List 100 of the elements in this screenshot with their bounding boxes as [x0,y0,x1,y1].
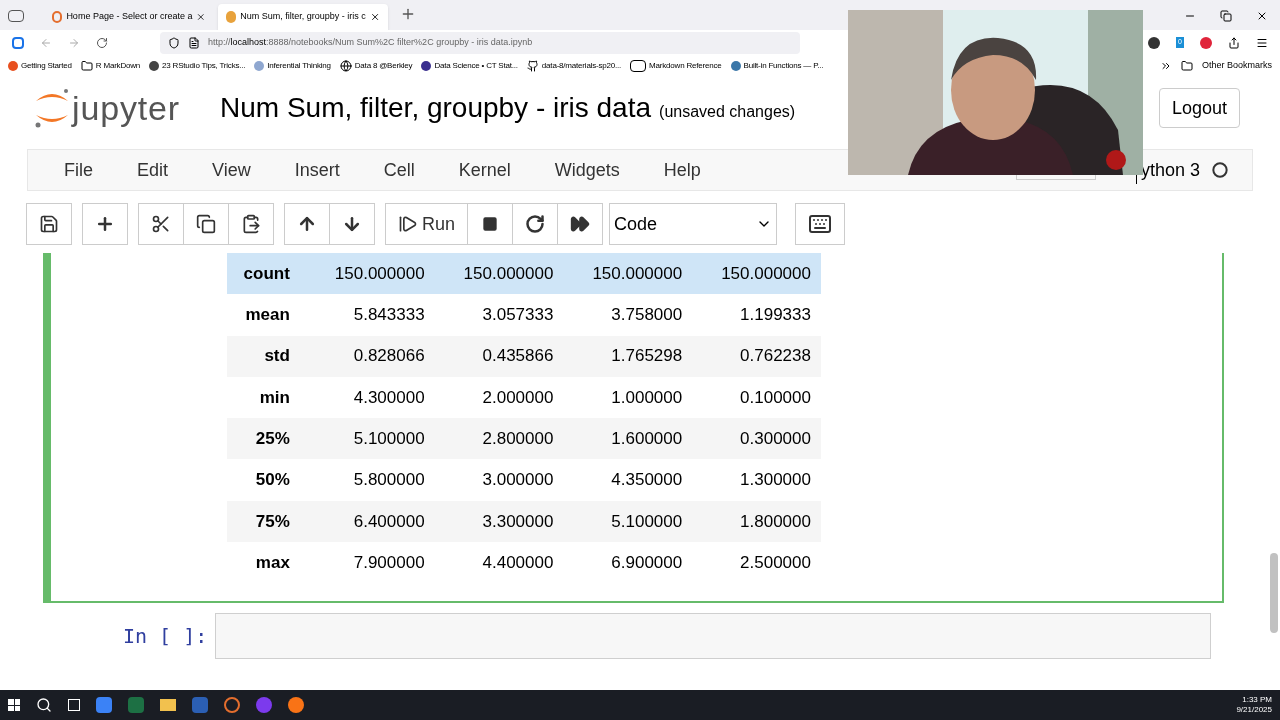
table-cell-text: 4.350000 [610,469,684,492]
table-cell-text: 3.758000 [610,304,684,327]
kernel-status-icon [1212,162,1228,178]
browser-tab[interactable]: Num Sum, filter, groupby - iris c [218,4,388,30]
bookmark[interactable]: data-8/materials-sp20... [541,60,622,72]
logout-button[interactable]: Logout [1158,88,1240,128]
extension-icon[interactable] [1148,36,1161,49]
sidebar-icon[interactable] [12,36,24,49]
keyboard-button[interactable] [795,203,846,245]
bookmark[interactable]: Data 8 @Berkley [354,60,413,72]
clock-date[interactable]: 9/21/2025 [1236,705,1272,715]
run-all-button[interactable] [557,203,604,245]
code-input[interactable] [215,613,1212,659]
move-up-button[interactable] [284,203,330,245]
table-cell-text: 6.900000 [610,551,684,574]
table-cell-text: 1.000000 [610,386,684,409]
tab-list-icon[interactable] [8,10,24,22]
copy-icon [196,214,216,234]
menu-item[interactable]: Edit [125,156,181,184]
scissors-icon [151,214,171,234]
table-cell-text: 5.843333 [352,304,426,327]
table-cell-text: 3.300000 [481,510,555,533]
tab-favicon [52,11,63,23]
more-bookmarks-icon[interactable] [1159,60,1172,72]
cut-button[interactable] [138,203,184,245]
reload-icon[interactable] [96,36,108,49]
clock-time[interactable]: 1:33 PM [1242,695,1272,705]
menu-icon[interactable] [1256,36,1268,49]
table-cell-text: 1.800000 [739,510,812,533]
new-tab-icon[interactable] [400,6,416,22]
page-icon [188,36,200,49]
bookmark[interactable]: Other Bookmarks [1201,59,1272,73]
menu-item[interactable]: View [200,156,263,184]
browser-app-icon[interactable] [288,697,304,713]
table-cell-text: 5.800000 [352,469,426,492]
run-button[interactable]: Run [385,203,469,245]
paste-button[interactable] [228,203,274,245]
app-icon[interactable] [96,697,112,713]
menu-item[interactable]: File [52,156,105,184]
cell-type-select[interactable]: Code [609,203,778,245]
tab-favicon [226,11,237,23]
save-button[interactable] [26,203,72,245]
restore-icon[interactable] [1220,10,1232,22]
move-down-button[interactable] [329,203,375,245]
stop-button[interactable] [467,203,514,245]
tab-title: Num Sum, filter, groupby - iris c [240,10,366,24]
row-label: 50% [254,469,291,492]
bookmark[interactable]: Built-in Functions — P... [743,60,824,72]
copy-button[interactable] [183,203,229,245]
bookmark[interactable]: Markdown Reference [649,60,722,72]
row-label: min [258,386,291,409]
bookmark[interactable]: Getting Started [21,60,72,72]
notebook-title[interactable]: Num Sum, filter, groupby - iris data [220,87,652,129]
menu-item[interactable]: Widgets [542,156,632,184]
table-cell-text: 1.300000 [739,469,812,492]
folder-icon [1180,60,1193,72]
table-cell-text: 2.800000 [481,428,555,451]
app-icon[interactable] [256,697,272,713]
bookmark[interactable]: Inferential Thinking [267,60,331,72]
table-cell-text: 5.100000 [610,510,684,533]
app-icon[interactable] [224,697,240,713]
windows-start-icon[interactable] [8,699,20,711]
address-bar[interactable]: http://localhost:8888/notebooks/Num Sum%2C filter%2C groupby - iris data.ipynb [160,31,800,54]
insert-cell-button[interactable] [82,203,128,245]
table-cell-text: 1.765298 [610,345,684,368]
close-icon[interactable] [369,11,380,23]
bookmark[interactable]: Data Science • CT Stat... [434,60,518,72]
table-cell-text: 150.000000 [720,262,812,285]
bookmark[interactable]: 23 RStudio Tips, Tricks... [162,60,246,72]
search-icon[interactable] [36,697,52,713]
table-cell-text: 0.435866 [481,345,555,368]
input-prompt: In [ ]: [123,623,208,650]
globe-icon [339,60,352,72]
markdown-icon [630,60,647,72]
menu-item[interactable]: Insert [282,156,352,184]
tab-title: Home Page - Select or create a [66,10,193,24]
row-label: count [242,262,291,285]
jupyter-wordmark: jupyter [72,87,180,129]
restart-button[interactable] [512,203,559,245]
menu-item[interactable]: Kernel [446,156,523,184]
row-label: 75% [254,510,291,533]
adblock-icon[interactable] [1200,36,1212,49]
table-cell-text: 150.000000 [333,262,426,285]
menu-item[interactable]: Help [651,156,713,184]
close-icon[interactable] [196,11,206,23]
table-cell-text: 0.300000 [739,428,812,451]
extensions-icon[interactable] [1228,36,1240,49]
task-view-icon[interactable] [68,699,80,711]
row-label: std [263,345,291,368]
browser-tab[interactable]: Home Page - Select or create a [44,4,214,30]
close-window-icon[interactable] [1256,10,1268,22]
table-cell-text: 150.000000 [462,262,555,285]
table-cell-text: 150.000000 [591,262,684,285]
save-icon [39,214,59,234]
menu-item[interactable]: Cell [371,156,427,184]
url-text: http://localhost:8888/notebooks/Num Sum%2C filter%2C groupby - iris data.ipynb [208,35,533,49]
restart-icon [525,214,546,234]
shield-icon [168,36,180,49]
table-cell-text: 0.762238 [739,345,812,368]
bookmark[interactable]: R MarkDown [95,60,141,72]
